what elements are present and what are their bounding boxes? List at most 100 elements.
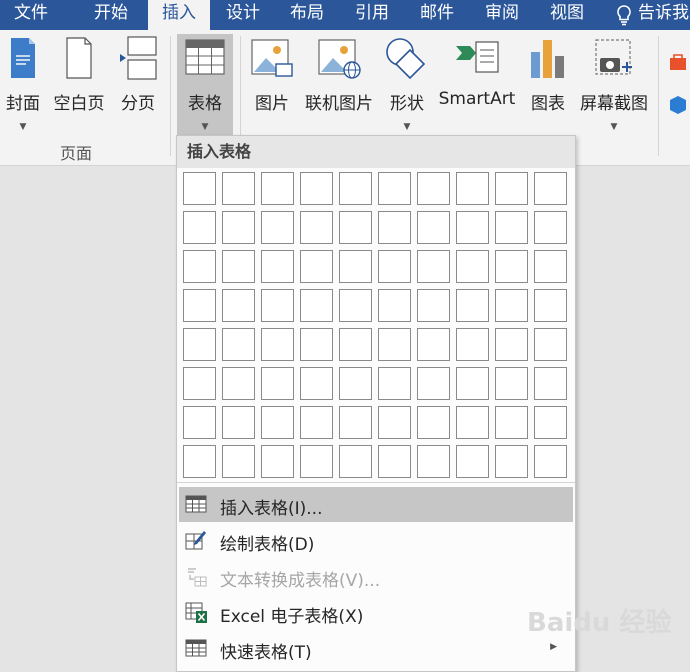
- table-grid-cell[interactable]: [339, 211, 372, 244]
- table-grid-cell[interactable]: [222, 211, 255, 244]
- table-grid-cell[interactable]: [534, 445, 567, 478]
- table-grid-cell[interactable]: [378, 367, 411, 400]
- insert-table-menu-item[interactable]: 插入表格(I)...: [179, 487, 573, 522]
- table-grid-cell[interactable]: [456, 406, 489, 439]
- tell-me-label[interactable]: 告诉我: [638, 0, 690, 30]
- table-grid-cell[interactable]: [300, 172, 333, 205]
- draw-table-menu-item[interactable]: 绘制表格(D): [179, 523, 573, 558]
- table-grid-cell[interactable]: [183, 406, 216, 439]
- table-grid-cell[interactable]: [534, 328, 567, 361]
- table-grid-cell[interactable]: [261, 289, 294, 322]
- tab-file[interactable]: 文件: [0, 0, 62, 30]
- table-grid-cell[interactable]: [222, 406, 255, 439]
- table-grid-cell[interactable]: [300, 328, 333, 361]
- table-grid-cell[interactable]: [339, 250, 372, 283]
- table-grid-cell[interactable]: [417, 250, 450, 283]
- table-grid-cell[interactable]: [222, 172, 255, 205]
- table-grid-cell[interactable]: [378, 250, 411, 283]
- tab-mailings[interactable]: 邮件: [406, 0, 468, 30]
- blank-page-button[interactable]: 空白页: [50, 36, 108, 156]
- table-grid-cell[interactable]: [378, 211, 411, 244]
- lightbulb-icon[interactable]: [613, 3, 635, 27]
- table-grid-cell[interactable]: [261, 328, 294, 361]
- table-grid-cell[interactable]: [495, 172, 528, 205]
- table-grid-cell[interactable]: [300, 289, 333, 322]
- tab-references[interactable]: 引用: [341, 0, 403, 30]
- table-grid-cell[interactable]: [183, 328, 216, 361]
- table-grid-cell[interactable]: [339, 367, 372, 400]
- table-grid-cell[interactable]: [534, 406, 567, 439]
- table-grid-cell[interactable]: [378, 328, 411, 361]
- table-grid-cell[interactable]: [495, 250, 528, 283]
- table-grid-cell[interactable]: [456, 328, 489, 361]
- table-grid-cell[interactable]: [300, 250, 333, 283]
- table-grid-cell[interactable]: [183, 172, 216, 205]
- quick-tables-menu-item[interactable]: 快速表格(T) ▶: [179, 631, 573, 666]
- table-grid-cell[interactable]: [300, 211, 333, 244]
- table-grid-cell[interactable]: [339, 328, 372, 361]
- table-grid-cell[interactable]: [378, 445, 411, 478]
- table-grid-cell[interactable]: [495, 367, 528, 400]
- tab-view[interactable]: 视图: [536, 0, 598, 30]
- table-grid-cell[interactable]: [456, 211, 489, 244]
- table-grid-cell[interactable]: [378, 289, 411, 322]
- table-grid-cell[interactable]: [417, 406, 450, 439]
- table-grid-cell[interactable]: [456, 445, 489, 478]
- table-grid-cell[interactable]: [417, 328, 450, 361]
- text-to-table-menu-item[interactable]: 文本转换成表格(V)...: [179, 559, 573, 594]
- excel-spreadsheet-menu-item[interactable]: Excel 电子表格(X): [179, 595, 573, 630]
- table-grid-cell[interactable]: [183, 367, 216, 400]
- table-grid-cell[interactable]: [183, 289, 216, 322]
- table-grid-cell[interactable]: [261, 367, 294, 400]
- table-grid-cell[interactable]: [495, 289, 528, 322]
- table-grid-cell[interactable]: [261, 250, 294, 283]
- table-grid-cell[interactable]: [222, 445, 255, 478]
- table-grid-cell[interactable]: [495, 445, 528, 478]
- cover-page-button[interactable]: 封面 ▼: [0, 36, 46, 156]
- table-grid-cell[interactable]: [261, 445, 294, 478]
- table-grid-cell[interactable]: [300, 406, 333, 439]
- table-grid-cell[interactable]: [261, 406, 294, 439]
- table-grid-cell[interactable]: [300, 445, 333, 478]
- store-icon[interactable]: [668, 52, 688, 72]
- table-grid-cell[interactable]: [339, 172, 372, 205]
- my-addins-icon[interactable]: [668, 94, 688, 116]
- table-grid-cell[interactable]: [417, 211, 450, 244]
- table-grid-cell[interactable]: [222, 367, 255, 400]
- table-grid-cell[interactable]: [339, 445, 372, 478]
- table-grid-cell[interactable]: [417, 172, 450, 205]
- table-grid-cell[interactable]: [417, 445, 450, 478]
- table-grid-cell[interactable]: [378, 172, 411, 205]
- table-grid-cell[interactable]: [456, 172, 489, 205]
- table-grid-cell[interactable]: [183, 211, 216, 244]
- table-grid-cell[interactable]: [183, 445, 216, 478]
- table-grid-cell[interactable]: [456, 367, 489, 400]
- table-grid-cell[interactable]: [495, 328, 528, 361]
- table-grid-cell[interactable]: [417, 367, 450, 400]
- tab-design[interactable]: 设计: [212, 0, 274, 30]
- screenshot-button[interactable]: 屏幕截图 ▼: [576, 36, 652, 156]
- table-grid-cell[interactable]: [222, 250, 255, 283]
- table-grid-cell[interactable]: [495, 406, 528, 439]
- tab-insert[interactable]: 插入: [148, 0, 210, 30]
- tab-layout[interactable]: 布局: [276, 0, 338, 30]
- table-grid-cell[interactable]: [378, 406, 411, 439]
- table-grid-cell[interactable]: [222, 289, 255, 322]
- table-grid-cell[interactable]: [534, 172, 567, 205]
- table-grid-cell[interactable]: [339, 406, 372, 439]
- table-grid-cell[interactable]: [495, 211, 528, 244]
- table-grid-cell[interactable]: [339, 289, 372, 322]
- table-grid-cell[interactable]: [456, 289, 489, 322]
- table-grid-cell[interactable]: [534, 367, 567, 400]
- tab-review[interactable]: 审阅: [471, 0, 533, 30]
- tab-home[interactable]: 开始: [80, 0, 142, 30]
- table-grid-cell[interactable]: [183, 250, 216, 283]
- page-break-button[interactable]: 分页: [114, 36, 162, 156]
- table-grid-cell[interactable]: [300, 367, 333, 400]
- table-grid-cell[interactable]: [534, 250, 567, 283]
- table-grid-cell[interactable]: [261, 172, 294, 205]
- table-grid-cell[interactable]: [534, 289, 567, 322]
- table-grid-cell[interactable]: [222, 328, 255, 361]
- table-grid-cell[interactable]: [534, 211, 567, 244]
- table-grid-cell[interactable]: [417, 289, 450, 322]
